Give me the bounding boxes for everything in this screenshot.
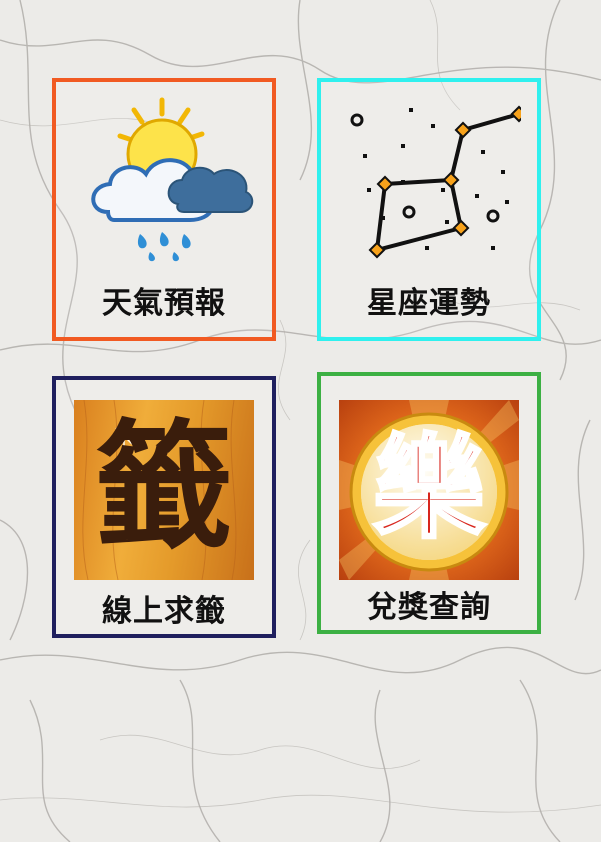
lottery-tile[interactable]: 樂 兌獎查詢 xyxy=(317,372,541,634)
constellation-icon xyxy=(350,105,521,259)
fortune-tile[interactable]: 籤 線上求籤 xyxy=(52,376,276,638)
lottery-glyph: 樂 xyxy=(372,423,487,556)
fortune-label: 線上求籤 xyxy=(102,594,226,629)
weather-icon xyxy=(91,97,254,262)
horoscope-tile[interactable]: 星座運勢 xyxy=(317,78,541,341)
weather-tile[interactable]: 天氣預報 xyxy=(52,78,276,341)
weather-label: 天氣預報 xyxy=(102,286,226,321)
fortune-stick-icon: 籤 xyxy=(74,400,254,580)
lottery-label: 兌獎查詢 xyxy=(367,590,491,625)
horoscope-label: 星座運勢 xyxy=(367,286,491,321)
lottery-icon: 樂 xyxy=(339,400,519,580)
fortune-glyph: 籤 xyxy=(94,405,233,568)
